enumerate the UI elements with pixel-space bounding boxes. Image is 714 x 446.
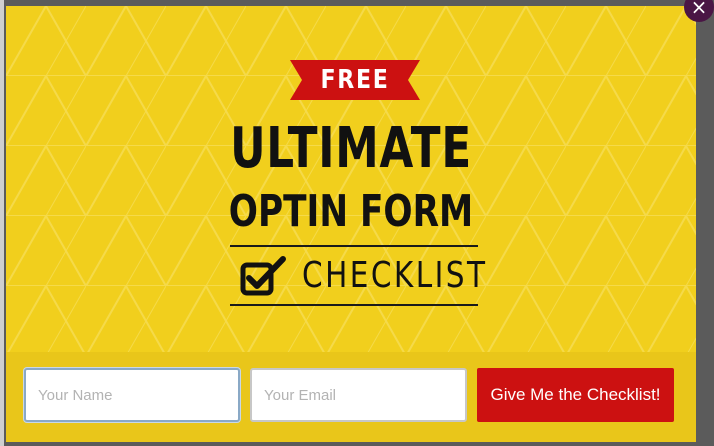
optin-popup: FREE ULTIMATE OPTIN FORM CHECKLIST Give … [6, 6, 696, 442]
checkbox-check-icon [240, 256, 286, 296]
email-input[interactable] [250, 368, 467, 422]
subtitle-checklist: CHECKLIST [302, 255, 488, 296]
free-badge-text: FREE [320, 65, 390, 95]
title-line-1: ULTIMATE [230, 116, 472, 181]
backdrop-edge [0, 0, 4, 446]
submit-button[interactable]: Give Me the Checklist! [477, 368, 674, 422]
divider-bottom [230, 304, 478, 306]
divider-top [230, 245, 478, 247]
hero-graphic: FREE ULTIMATE OPTIN FORM CHECKLIST [6, 6, 696, 352]
name-input[interactable] [24, 368, 240, 422]
title-line-2: OPTIN FORM [228, 186, 474, 237]
